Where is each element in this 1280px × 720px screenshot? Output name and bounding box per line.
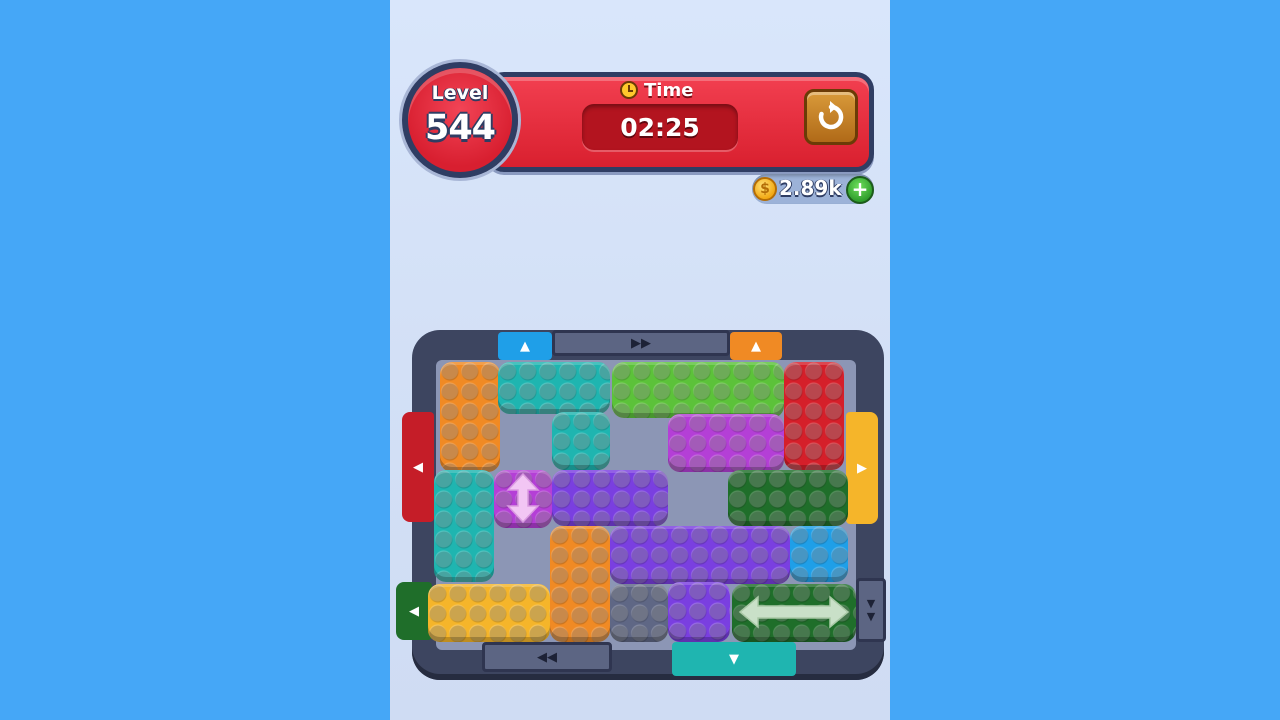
block-teal-vertical[interactable] <box>434 470 494 582</box>
exit-gate-yellow-right: ▶ <box>846 412 878 524</box>
block-orange-vertical[interactable] <box>440 362 500 472</box>
add-coins-button[interactable]: + <box>846 176 874 204</box>
block-green-horizontal[interactable] <box>612 362 784 418</box>
level-number: 544 <box>424 108 496 148</box>
timer-value: 02:25 <box>582 104 738 150</box>
block-purple-t-top[interactable] <box>610 526 790 584</box>
exit-gate-green-left: ◀ <box>396 582 432 640</box>
coin-icon: $ <box>753 177 777 201</box>
restart-icon <box>818 101 844 130</box>
exit-gate-blue-top: ▲ <box>498 332 552 360</box>
block-blue-small[interactable] <box>790 526 848 582</box>
exit-gate-red-left: ◀ <box>402 412 434 522</box>
block-magenta-small[interactable] <box>494 470 552 528</box>
block-teal-l-stem[interactable] <box>552 412 610 470</box>
level-label: Level <box>431 82 489 104</box>
time-label: Time <box>644 79 694 101</box>
block-purple-t-stem[interactable] <box>668 582 730 642</box>
exit-gate-green-right: ▼▼ <box>856 578 886 642</box>
level-badge: Level 544 <box>402 62 518 178</box>
exit-gate-teal-bottom: ▼ <box>672 642 796 676</box>
block-teal-l-top[interactable] <box>498 362 610 414</box>
block-magenta-horizontal[interactable] <box>668 414 784 472</box>
block-orange-lower[interactable] <box>550 526 610 642</box>
restart-button[interactable] <box>804 89 858 145</box>
block-dark-green-horizontal[interactable] <box>728 470 848 526</box>
exit-gate-gray-top: ▶▶ <box>552 330 730 356</box>
time-header: Time <box>620 78 693 102</box>
game-screen: Level 544 Time 02:25 $ 2.89k + ▲ ▶▶ ▲ ◀ … <box>390 0 890 720</box>
coin-amount: 2.89k <box>779 176 842 200</box>
puzzle-board: ▲ ▶▶ ▲ ◀ ▶ ◀ ▼▼ ◀◀ ▼ <box>394 330 890 680</box>
clock-icon <box>620 81 638 99</box>
block-gray-small[interactable] <box>610 584 668 642</box>
block-purple-horizontal[interactable] <box>552 470 668 526</box>
exit-gate-gray-bottom: ◀◀ <box>482 642 612 672</box>
exit-gate-orange-top: ▲ <box>730 332 782 360</box>
block-red-vertical[interactable] <box>784 362 844 470</box>
block-yellow-horizontal[interactable] <box>428 584 550 642</box>
block-dark-green-lower[interactable] <box>732 584 856 642</box>
